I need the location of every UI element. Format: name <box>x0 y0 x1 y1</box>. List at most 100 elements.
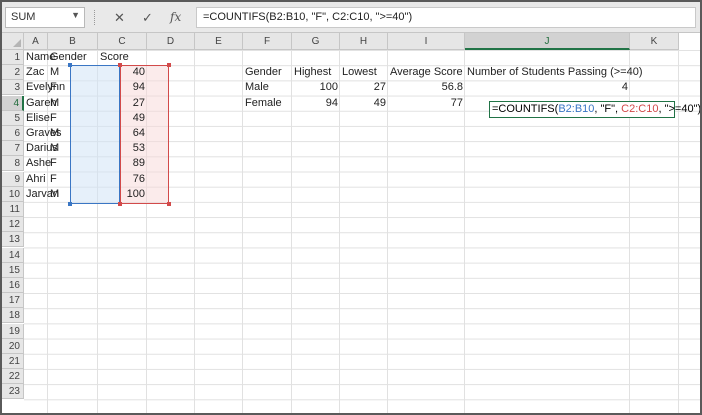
table-cell[interactable]: Darius <box>24 141 58 156</box>
row-header-7[interactable]: 7 <box>2 141 24 157</box>
table-cell[interactable]: F <box>48 172 98 187</box>
name-box[interactable]: SUM ▼ <box>5 7 85 28</box>
cell-grid[interactable]: Name Gender Score Zac M 40 Evelynn F 94 Garen M 27 E… <box>24 50 700 413</box>
table-cell[interactable]: 40 <box>98 65 147 80</box>
table-cell[interactable]: M <box>48 96 98 111</box>
table-cell[interactable]: 89 <box>98 156 147 171</box>
table-cell[interactable]: M <box>48 141 98 156</box>
row-header-13[interactable]: 13 <box>2 232 24 248</box>
row-header-6[interactable]: 6 <box>2 126 24 141</box>
row-header-9[interactable]: 9 <box>2 171 24 187</box>
select-all-button[interactable] <box>2 33 24 50</box>
row-header-17[interactable]: 17 <box>2 293 24 309</box>
table-cell[interactable]: Ahri <box>24 172 48 187</box>
edit-suffix: , ">=40") <box>658 103 700 115</box>
column-header-e[interactable]: E <box>195 33 243 50</box>
row-header-16[interactable]: 16 <box>2 278 24 293</box>
row-header-4[interactable]: 4 <box>2 95 24 111</box>
table-cell[interactable]: Evelynn <box>24 80 65 95</box>
summary-cell[interactable]: 100 <box>292 80 340 95</box>
formula-bar-divider <box>94 10 95 25</box>
grid-line <box>194 50 195 413</box>
summary-header[interactable]: Number of Students Passing (>=40) <box>465 65 642 80</box>
row-header-10[interactable]: 10 <box>2 186 24 202</box>
table-header-gender[interactable]: Gender <box>48 50 98 65</box>
row-header-12[interactable]: 12 <box>2 217 24 233</box>
insert-function-icon[interactable]: fx <box>170 10 181 24</box>
row-header-22[interactable]: 22 <box>2 369 24 385</box>
table-cell[interactable]: 76 <box>98 172 147 187</box>
summary-header[interactable]: Average Score <box>388 65 465 80</box>
row-header-1[interactable]: 1 <box>2 50 24 65</box>
table-cell[interactable]: 100 <box>98 187 147 202</box>
row-header-5[interactable]: 5 <box>2 110 24 126</box>
summary-cell[interactable]: Male <box>243 80 292 95</box>
row-header-20[interactable]: 20 <box>2 338 24 354</box>
table-cell[interactable]: 94 <box>98 80 147 95</box>
column-header-a[interactable]: A <box>24 33 48 50</box>
table-cell[interactable]: 49 <box>98 111 147 126</box>
active-cell-editor[interactable]: =COUNTIFS(B2:B10, "F", C2:C10, ">=40") <box>489 101 700 118</box>
table-cell[interactable]: F <box>48 80 98 95</box>
table-cell[interactable]: F <box>48 111 98 126</box>
enter-icon[interactable]: ✓ <box>142 10 153 26</box>
range-handle[interactable] <box>167 63 171 67</box>
row-header-21[interactable]: 21 <box>2 354 24 369</box>
table-cell[interactable]: 27 <box>98 96 147 111</box>
table-cell[interactable]: Zac <box>24 65 48 80</box>
row-header-3[interactable]: 3 <box>2 80 24 96</box>
column-headers: ABCDEFGHIJK <box>24 33 700 50</box>
table-cell[interactable]: Elise <box>24 111 50 126</box>
table-cell[interactable]: Jarvan <box>24 187 59 202</box>
summary-cell[interactable]: 77 <box>388 96 465 111</box>
summary-cell[interactable]: 56.8 <box>388 80 465 95</box>
column-header-f[interactable]: F <box>243 33 292 50</box>
formula-input[interactable]: =COUNTIFS(B2:B10, "F", C2:C10, ">=40") <box>196 7 696 28</box>
row-header-11[interactable]: 11 <box>2 202 24 217</box>
column-header-k[interactable]: K <box>630 33 679 50</box>
range-handle[interactable] <box>167 202 171 206</box>
summary-cell[interactable]: Female <box>243 96 292 111</box>
edit-middle: , "F", <box>594 103 622 115</box>
table-cell[interactable]: M <box>48 187 98 202</box>
table-header-name[interactable]: Name <box>24 50 55 65</box>
column-header-i[interactable]: I <box>388 33 465 50</box>
row-header-15[interactable]: 15 <box>2 262 24 278</box>
range-handle[interactable] <box>68 202 72 206</box>
summary-cell[interactable]: 49 <box>340 96 388 111</box>
edit-ref-gender: B2:B10 <box>558 103 595 115</box>
summary-header[interactable]: Lowest <box>340 65 389 80</box>
column-header-b[interactable]: B <box>48 33 98 50</box>
table-cell[interactable]: M <box>48 65 98 80</box>
row-header-2[interactable]: 2 <box>2 65 24 81</box>
column-header-c[interactable]: C <box>98 33 147 50</box>
formula-bar: SUM ▼ ✕ ✓ fx =COUNTIFS(B2:B10, "F", C2:C… <box>2 2 700 33</box>
table-cell[interactable]: 64 <box>98 126 147 141</box>
summary-header[interactable]: Highest <box>292 65 341 80</box>
row-header-8[interactable]: 8 <box>2 156 24 172</box>
row-header-23[interactable]: 23 <box>2 384 24 400</box>
summary-cell[interactable]: 4 <box>465 80 630 95</box>
table-cell[interactable]: M <box>48 126 98 141</box>
table-cell[interactable]: Ashe <box>24 156 51 171</box>
table-header-score[interactable]: Score <box>98 50 147 65</box>
chevron-down-icon[interactable]: ▼ <box>71 10 80 20</box>
row-header-18[interactable]: 18 <box>2 308 24 324</box>
row-header-19[interactable]: 19 <box>2 323 24 339</box>
summary-cell[interactable]: 94 <box>292 96 340 111</box>
range-handle[interactable] <box>118 202 122 206</box>
table-cell[interactable]: Garen <box>24 96 57 111</box>
table-cell[interactable]: F <box>48 156 98 171</box>
column-header-j[interactable]: J <box>465 33 630 50</box>
row-header-14[interactable]: 14 <box>2 247 24 263</box>
cancel-icon[interactable]: ✕ <box>114 10 125 26</box>
select-all-icon <box>13 39 21 47</box>
column-header-h[interactable]: H <box>340 33 388 50</box>
column-header-g[interactable]: G <box>292 33 340 50</box>
column-header-d[interactable]: D <box>147 33 195 50</box>
spreadsheet-window: SUM ▼ ✕ ✓ fx =COUNTIFS(B2:B10, "F", C2:C… <box>2 2 700 413</box>
summary-cell[interactable]: 27 <box>340 80 388 95</box>
summary-header[interactable]: Gender <box>243 65 292 80</box>
table-cell[interactable]: Graves <box>24 126 61 141</box>
table-cell[interactable]: 53 <box>98 141 147 156</box>
